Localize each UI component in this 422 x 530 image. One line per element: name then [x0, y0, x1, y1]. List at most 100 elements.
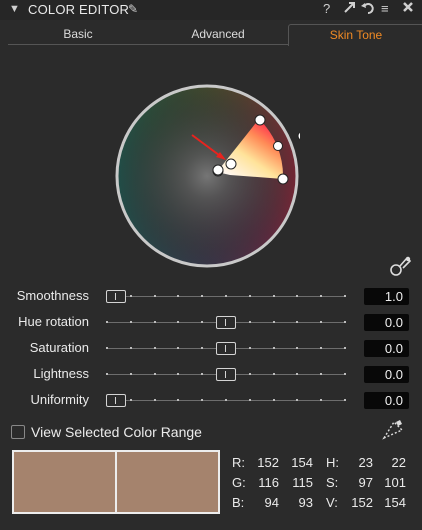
uniformity-thumb[interactable]: [106, 394, 126, 407]
v-label: V:: [326, 495, 338, 510]
slider-tick: [249, 399, 251, 401]
slider-tick: [177, 321, 179, 323]
slider-tick: [320, 321, 322, 323]
tab-bar: Basic Advanced Skin Tone: [8, 24, 422, 46]
slider-tick: [320, 347, 322, 349]
view-range-label: View Selected Color Range: [31, 424, 202, 440]
slider-tick: [177, 373, 179, 375]
slider-tick: [344, 295, 346, 297]
s-label: S:: [326, 475, 339, 490]
lightness-label: Lightness: [33, 366, 89, 381]
slider-tick: [130, 295, 132, 297]
range-right-handle[interactable]: [277, 173, 289, 185]
copy-settings-icon[interactable]: [343, 1, 356, 17]
h-label: H:: [326, 455, 339, 470]
s-value-adjusted: 101: [384, 475, 406, 490]
slider-tick: [201, 373, 203, 375]
g-value-original: 116: [258, 475, 279, 490]
saturation-value[interactable]: 0.0: [364, 340, 409, 357]
smoothness-thumb[interactable]: [106, 290, 126, 303]
reset-icon[interactable]: [361, 1, 375, 18]
slider-tick: [130, 373, 132, 375]
uniformity-slider[interactable]: [106, 394, 346, 407]
view-range-checkbox[interactable]: [11, 425, 25, 439]
slider-tick: [201, 295, 203, 297]
smoothness-label: Smoothness: [16, 288, 89, 303]
s-value-original: 97: [358, 475, 373, 490]
tab-advanced[interactable]: Advanced: [148, 24, 288, 45]
range-left-handle[interactable]: [254, 114, 266, 126]
slider-tick: [201, 399, 203, 401]
slider-tick: [273, 295, 275, 297]
lightness-value[interactable]: 0.0: [364, 366, 409, 383]
slider-tick: [273, 321, 275, 323]
help-icon[interactable]: ?: [323, 1, 330, 16]
lightness-slider[interactable]: [106, 368, 346, 381]
original-color-swatch: [14, 452, 115, 512]
h-value-original: 23: [358, 455, 373, 470]
slider-tick: [201, 321, 203, 323]
slider-tick: [273, 399, 275, 401]
slider-tick: [344, 373, 346, 375]
r-value-original: 152: [257, 455, 279, 470]
slider-tick: [154, 295, 156, 297]
collapse-arrow-icon[interactable]: ▼: [9, 3, 20, 15]
color-picker-icon[interactable]: [388, 255, 412, 282]
slider-tick: [273, 373, 275, 375]
slider-tick: [106, 321, 108, 323]
hue-rotation-thumb[interactable]: [216, 316, 236, 329]
r-value-adjusted: 154: [291, 455, 313, 470]
slider-tick: [249, 321, 251, 323]
slider-tick: [296, 373, 298, 375]
h-value-adjusted: 22: [391, 455, 406, 470]
smoothness-value[interactable]: 1.0: [364, 288, 409, 305]
smoothness-slider[interactable]: [106, 290, 346, 303]
tab-skin-tone[interactable]: Skin Tone: [288, 24, 422, 46]
selected-color-handle[interactable]: [212, 164, 224, 176]
menu-icon[interactable]: ≡: [381, 1, 389, 16]
slider-tick: [154, 347, 156, 349]
close-icon[interactable]: [402, 1, 414, 16]
uniformity-label: Uniformity: [30, 392, 89, 407]
color-wheel[interactable]: [114, 83, 309, 269]
hue-rotation-slider[interactable]: [106, 316, 346, 329]
slider-tick: [344, 347, 346, 349]
slider-tick: [225, 295, 227, 297]
b-value-original: 94: [264, 495, 279, 510]
slider-tick: [154, 321, 156, 323]
slider-tick: [130, 321, 132, 323]
slider-tick: [225, 399, 227, 401]
slider-tick: [249, 347, 251, 349]
hue-point-handle[interactable]: [225, 158, 237, 170]
slider-tick: [177, 295, 179, 297]
slider-tick: [130, 399, 132, 401]
slider-tick: [320, 399, 322, 401]
uniformity-value[interactable]: 0.0: [364, 392, 409, 409]
slider-tick: [296, 347, 298, 349]
saturation-label: Saturation: [29, 340, 89, 355]
hue-rotation-value[interactable]: 0.0: [364, 314, 409, 331]
v-value-original: 152: [351, 495, 373, 510]
slider-tick: [296, 321, 298, 323]
saturation-thumb[interactable]: [216, 342, 236, 355]
tab-divider: [8, 44, 288, 45]
slider-tick: [344, 399, 346, 401]
range-center-handle[interactable]: [273, 141, 283, 151]
g-label: G:: [232, 475, 246, 490]
slider-tick: [201, 347, 203, 349]
b-value-adjusted: 93: [298, 495, 313, 510]
lightness-thumb[interactable]: [216, 368, 236, 381]
saturation-slider[interactable]: [106, 342, 346, 355]
v-value-adjusted: 154: [384, 495, 406, 510]
color-range-icon[interactable]: [382, 420, 404, 445]
slider-tick: [106, 347, 108, 349]
hue-rotation-label: Hue rotation: [18, 314, 89, 329]
pen-icon[interactable]: ✎: [128, 2, 138, 16]
range-outer-handle[interactable]: [297, 130, 309, 142]
slider-tick: [154, 399, 156, 401]
slider-tick: [177, 347, 179, 349]
slider-tick: [320, 373, 322, 375]
slider-tick: [106, 373, 108, 375]
tab-basic[interactable]: Basic: [8, 24, 148, 45]
slider-tick: [249, 373, 251, 375]
